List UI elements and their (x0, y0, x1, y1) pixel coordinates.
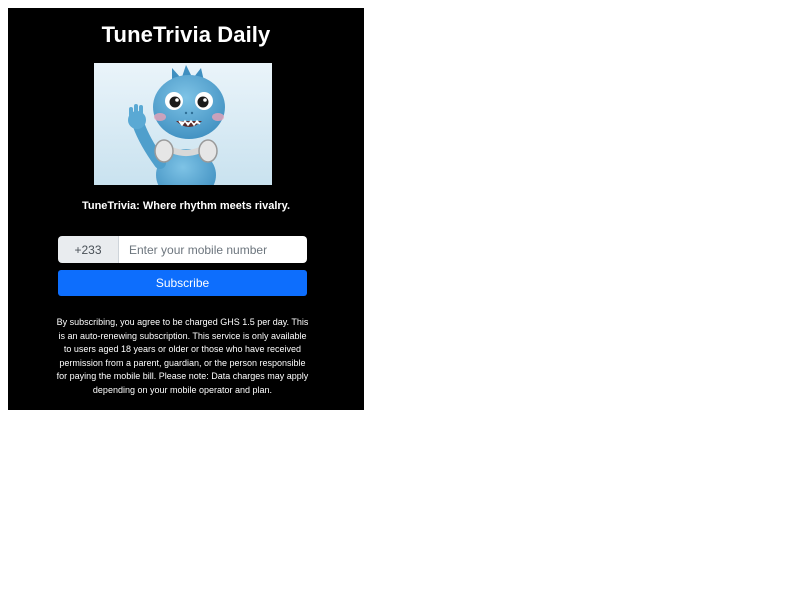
page-title: TuneTrivia Daily (101, 22, 271, 47)
dragon-mascot-icon (94, 63, 272, 185)
subscribe-button[interactable]: Subscribe (58, 270, 307, 296)
mascot-image (94, 63, 272, 185)
phone-input-group: +233 (58, 236, 307, 263)
country-code-prefix: +233 (58, 236, 119, 263)
tagline: TuneTrivia: Where rhythm meets rivalry. (81, 200, 291, 212)
subscription-disclaimer: By subscribing, you agree to be charged … (56, 317, 309, 395)
phone-number-input[interactable] (119, 236, 307, 263)
landing-card: TuneTrivia Daily TuneTrivia: Where rhyth… (8, 8, 364, 410)
